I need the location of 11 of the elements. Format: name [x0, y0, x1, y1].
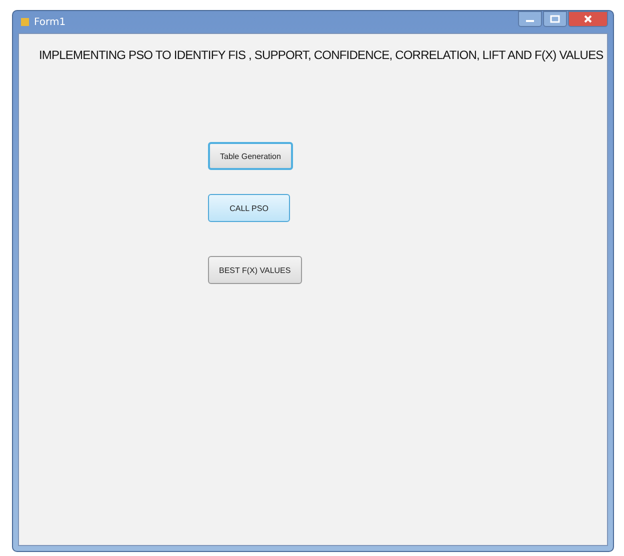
maximize-icon: [550, 15, 560, 23]
window-title: Form1: [34, 16, 66, 28]
form-button[interactable]: BEST F(X) VALUES: [208, 256, 302, 284]
form-button[interactable]: Table Generation: [208, 142, 293, 170]
minimize-button[interactable]: [518, 11, 542, 27]
close-icon: [583, 15, 593, 23]
close-button[interactable]: [568, 11, 608, 27]
form-button[interactable]: CALL PSO: [208, 194, 290, 222]
maximize-button[interactable]: [543, 11, 567, 27]
form-icon: [20, 17, 30, 27]
form-heading: IMPLEMENTING PSO TO IDENTIFY FIS , SUPPORT, CONFIDENCE, CORRELATION, LIFT AND F(X) VALUES: [38, 47, 604, 62]
